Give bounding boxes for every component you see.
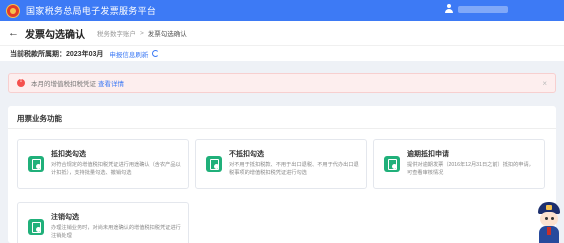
- close-icon[interactable]: ×: [542, 79, 547, 88]
- alert-details-link[interactable]: 查看详情: [98, 78, 124, 88]
- page-title: 发票勾选确认: [25, 29, 85, 41]
- card-non-deduction-selection[interactable]: 不抵扣勾选 对不用于抵扣税款、不用于出口退税、不用于代办出口退税事项的增值税扣税…: [195, 139, 367, 189]
- breadcrumb: 税务数字账户 > 发票勾选确认: [97, 28, 187, 39]
- alert-text: 本月的增值税扣税凭证: [31, 81, 96, 88]
- alert-icon: [17, 78, 25, 87]
- alert-banner: 本月的增值税扣税凭证 查看详情 ×: [8, 73, 556, 93]
- user-name-redacted: [458, 5, 508, 13]
- top-nav-bar: 国家税务总局电子发票服务平台: [0, 0, 564, 21]
- card-deregistration-selection[interactable]: 注销勾选 办理注销业务时，对尚未用途确认的增值税扣税凭证进行注销处理: [17, 202, 189, 243]
- mascot-tie: [547, 227, 551, 235]
- breadcrumb-separator: >: [140, 29, 144, 37]
- section-title: 用票业务功能: [17, 114, 62, 123]
- mascot-badge: [546, 205, 552, 210]
- mascot-eye: [545, 217, 548, 220]
- back-arrow-icon[interactable]: ←: [8, 27, 19, 39]
- card-title: 逾期抵扣申请: [407, 151, 449, 158]
- breadcrumb-item-current: 发票勾选确认: [147, 31, 187, 38]
- tax-period-bar: 当前税款所属期： 2023年03月 申报信息刷新: [0, 45, 564, 61]
- page-header: ← 发票勾选确认 税务数字账户 > 发票勾选确认: [0, 21, 564, 45]
- divider: [8, 128, 556, 129]
- card-title: 抵扣类勾选: [51, 151, 86, 158]
- card-title: 不抵扣勾选: [229, 151, 264, 158]
- card-description: 提供对逾期发票（2016年12月31日之前）抵扣的申请，可查看审核情况: [407, 162, 534, 176]
- mascot-eye: [551, 217, 554, 220]
- card-description: 对符合规定的增值税扣税凭证进行用途确认（含农产品以计扣抵），支持批量勾选、撤销勾…: [51, 162, 181, 176]
- assistant-mascot-icon[interactable]: [535, 202, 563, 243]
- tax-emblem-logo: [6, 3, 20, 18]
- document-check-icon: [28, 156, 44, 172]
- document-check-icon: [28, 219, 44, 235]
- card-description: 对不用于抵扣税款、不用于出口退税、不用于代办出口退税事项的增值税扣税凭证进行勾选: [229, 162, 359, 176]
- period-value: 2023年03月: [66, 50, 104, 58]
- document-edit-icon: [384, 156, 400, 172]
- card-description: 办理注销业务时，对尚未用途确认的增值税扣税凭证进行注销处理: [51, 225, 181, 239]
- refresh-icon[interactable]: [152, 50, 160, 57]
- business-functions-panel: 用票业务功能 抵扣类勾选 对符合规定的增值税扣税凭证进行用途确认（含农产品以计扣…: [8, 106, 556, 243]
- card-title: 注销勾选: [51, 214, 79, 221]
- document-check-icon: [206, 156, 222, 172]
- breadcrumb-item-tax-account[interactable]: 税务数字账户: [97, 28, 136, 38]
- user-menu[interactable]: [444, 4, 508, 14]
- card-overdue-deduction-application[interactable]: 逾期抵扣申请 提供对逾期发票（2016年12月31日之前）抵扣的申请，可查看审核…: [373, 139, 545, 189]
- refresh-declaration-link[interactable]: 申报信息刷新: [109, 49, 148, 59]
- app-title: 国家税务总局电子发票服务平台: [26, 6, 157, 16]
- mascot-face: [540, 212, 558, 226]
- card-deduction-selection[interactable]: 抵扣类勾选 对符合规定的增值税扣税凭证进行用途确认（含农产品以计扣抵），支持批量…: [17, 139, 189, 189]
- user-icon: [444, 4, 454, 14]
- period-label: 当前税款所属期：: [10, 50, 66, 58]
